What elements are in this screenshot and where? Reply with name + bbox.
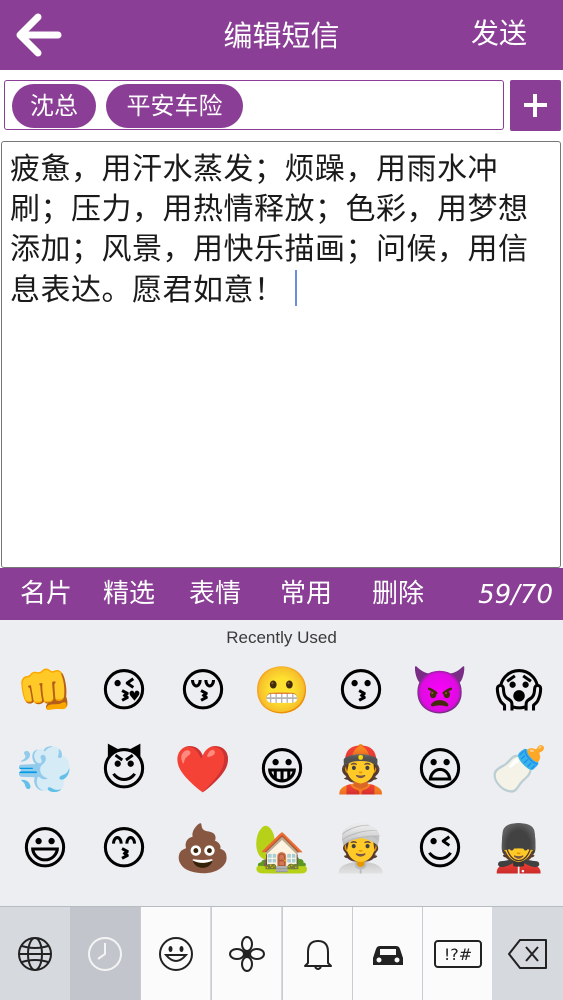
- tool-business-card[interactable]: 名片: [20, 568, 72, 620]
- symbols-icon: !?#: [433, 939, 482, 968]
- emoji-key[interactable]: 🍼: [489, 739, 549, 799]
- tool-frequent[interactable]: 常用: [280, 568, 332, 620]
- smiley-icon: [158, 936, 193, 971]
- recipient-chip[interactable]: 平安车险: [106, 84, 243, 128]
- emoji-key[interactable]: 💂: [489, 818, 549, 878]
- category-places[interactable]: [352, 907, 422, 1000]
- emoji-section-label: Recently Used: [226, 628, 337, 647]
- category-people[interactable]: [140, 907, 210, 1000]
- emoji-key[interactable]: 😙: [94, 818, 154, 878]
- category-recent[interactable]: [70, 907, 140, 1000]
- emoji-key[interactable]: 😃: [15, 818, 75, 878]
- back-arrow-icon: [16, 13, 62, 57]
- globe-icon: [18, 936, 52, 971]
- category-globe[interactable]: [0, 907, 70, 1000]
- category-symbols[interactable]: !?#: [422, 907, 492, 1000]
- emoji-key[interactable]: 😈: [94, 739, 154, 799]
- tool-delete[interactable]: 删除: [372, 568, 424, 620]
- emoji-key[interactable]: 😗: [331, 660, 391, 720]
- clock-icon: [88, 936, 122, 971]
- emoji-key[interactable]: 😦: [410, 739, 470, 799]
- emoji-key[interactable]: 👳: [331, 818, 391, 878]
- car-icon: [372, 945, 403, 965]
- send-button[interactable]: 发送: [471, 0, 527, 70]
- back-button[interactable]: [14, 12, 64, 58]
- emoji-key[interactable]: 😘: [94, 660, 154, 720]
- emoji-key[interactable]: 👲: [331, 739, 391, 799]
- category-nature[interactable]: [211, 907, 281, 1000]
- backspace-icon: [508, 938, 547, 969]
- emoji-key[interactable]: ❤️: [173, 739, 233, 799]
- emoji-key[interactable]: 💨: [15, 739, 75, 799]
- character-counter: 59/70: [478, 580, 553, 610]
- message-text: 疲惫，用汗水蒸发；烦躁，用雨水冲刷；压力，用热情释放；色彩，用梦想添加；风景，用…: [10, 152, 529, 308]
- svg-text:!?#: !?#: [443, 945, 471, 964]
- emoji-key[interactable]: 👊: [15, 660, 75, 720]
- text-cursor: [294, 270, 297, 306]
- emoji-key[interactable]: 😚: [173, 660, 233, 720]
- flower-icon: [228, 935, 265, 972]
- backspace-button[interactable]: [493, 907, 563, 1000]
- emoji-key[interactable]: 👿: [410, 660, 470, 720]
- emoji-key[interactable]: 🏡: [252, 818, 312, 878]
- tool-emoticons[interactable]: 表情: [189, 568, 241, 620]
- emoji-key[interactable]: 😀: [252, 739, 312, 799]
- add-recipient-button[interactable]: [510, 80, 561, 131]
- category-objects[interactable]: [282, 907, 352, 1000]
- tool-featured[interactable]: 精选: [103, 568, 155, 620]
- bell-icon: [303, 939, 332, 970]
- emoji-key[interactable]: 😬: [252, 660, 312, 720]
- recipient-chip[interactable]: 沈总: [12, 84, 96, 128]
- emoji-key[interactable]: 😱: [489, 660, 549, 720]
- emoji-key[interactable]: 💩: [173, 818, 233, 878]
- emoji-key[interactable]: 😉: [410, 818, 470, 878]
